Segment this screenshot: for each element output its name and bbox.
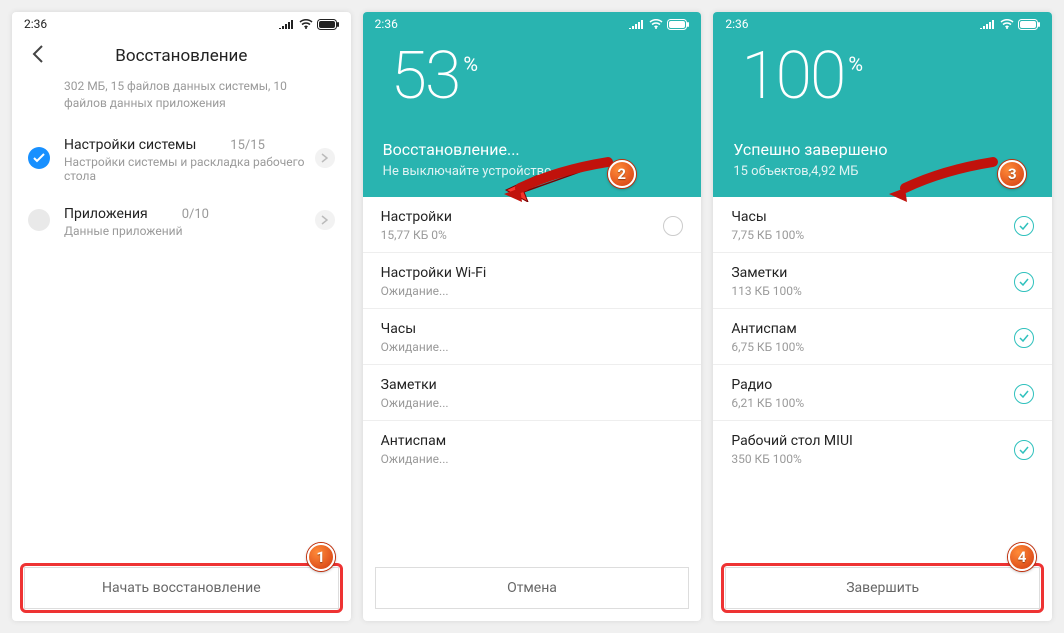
- battery-icon: [317, 19, 339, 30]
- item-sub: Ожидание...: [381, 284, 684, 298]
- start-restore-button[interactable]: Начать восстановление: [24, 567, 339, 609]
- row-count: 0/10: [182, 207, 209, 222]
- row-sub: Данные приложений: [64, 224, 315, 238]
- battery-icon: [667, 19, 689, 30]
- list-item: Часы 7,75 КБ 100%: [713, 197, 1052, 253]
- percent-display: 100 %: [713, 36, 1052, 110]
- item-title: Радио: [731, 377, 1014, 393]
- percent-number: 53: [391, 44, 460, 110]
- item-title: Заметки: [381, 377, 684, 393]
- item-sub: 7,75 КБ 100%: [731, 228, 1014, 242]
- cancel-button[interactable]: Отмена: [375, 567, 690, 609]
- item-sub: 350 КБ 100%: [731, 452, 1014, 466]
- status-time: 2:36: [24, 17, 47, 31]
- checkmark-icon: [33, 153, 45, 163]
- row-count: 15/15: [230, 138, 265, 153]
- list-item: Заметки Ожидание...: [363, 365, 702, 421]
- row-main: Настройки системы 15/15 Настройки систем…: [64, 134, 315, 183]
- restore-list: Настройки 15,77 КБ 0% Настройки Wi-Fi Ож…: [363, 197, 702, 621]
- page-title: Восстановление: [56, 46, 307, 66]
- item-title: Антиспам: [381, 433, 684, 449]
- percent-display: 53 %: [363, 36, 702, 110]
- item-title: Часы: [731, 209, 1014, 225]
- row-main: Приложения 0/10 Данные приложений: [64, 203, 315, 238]
- progress-title: Восстановление...: [383, 140, 682, 159]
- list-item: Настройки Wi-Fi Ожидание...: [363, 253, 702, 309]
- item-sub: Ожидание...: [381, 340, 684, 354]
- item-title: Настройки Wi-Fi: [381, 265, 684, 281]
- wifi-icon: [1000, 19, 1014, 29]
- item-sub: Ожидание...: [381, 452, 684, 466]
- percent-sign: %: [848, 52, 863, 76]
- item-title: Заметки: [731, 265, 1014, 281]
- category-row-system[interactable]: Настройки системы 15/15 Настройки систем…: [12, 124, 351, 193]
- signal-icon: [629, 19, 645, 29]
- summary-text: 302 МБ, 15 файлов данных системы, 10 фай…: [12, 78, 351, 124]
- item-title: Часы: [381, 321, 684, 337]
- phone-screen-3: 2:36 100 % Успешно завершено 15 объектов…: [713, 12, 1052, 621]
- status-icons: [629, 19, 689, 30]
- checkbox-off-icon[interactable]: [28, 209, 50, 231]
- list-item: Рабочий стол MIUI 350 КБ 100%: [713, 421, 1052, 476]
- category-row-apps[interactable]: Приложения 0/10 Данные приложений: [12, 193, 351, 248]
- list-item: Антиспам 6,75 КБ 100%: [713, 309, 1052, 365]
- signal-icon: [980, 19, 996, 29]
- check-circle-icon: [1014, 384, 1034, 404]
- list-item: Антиспам Ожидание...: [363, 421, 702, 476]
- item-sub: 6,21 КБ 100%: [731, 396, 1014, 410]
- list-item: Радио 6,21 КБ 100%: [713, 365, 1052, 421]
- progress-header: 2:36 100 % Успешно завершено 15 объектов…: [713, 12, 1052, 197]
- status-icons: [279, 19, 339, 30]
- checkbox-on-icon[interactable]: [28, 147, 50, 169]
- restore-list: Часы 7,75 КБ 100% Заметки 113 КБ 100% Ан…: [713, 197, 1052, 621]
- percent-number: 100: [741, 44, 844, 110]
- finish-button[interactable]: Завершить: [725, 567, 1040, 609]
- list-item: Часы Ожидание...: [363, 309, 702, 365]
- row-title: Приложения: [64, 206, 148, 222]
- check-circle-icon: [1014, 328, 1034, 348]
- item-title: Антиспам: [731, 321, 1014, 337]
- chevron-right-icon[interactable]: [315, 148, 335, 168]
- item-sub: 6,75 КБ 100%: [731, 340, 1014, 354]
- status-bar: 2:36: [713, 12, 1052, 36]
- phone-screen-1: 2:36 Восстановление 302 МБ, 15 файлов да…: [12, 12, 351, 621]
- check-circle-icon: [1014, 440, 1034, 460]
- progress-header: 2:36 53 % Восстановление... Не выключайт…: [363, 12, 702, 197]
- wifi-icon: [649, 19, 663, 29]
- signal-icon: [279, 19, 295, 29]
- item-title: Рабочий стол MIUI: [731, 433, 1014, 449]
- button-label: Отмена: [507, 580, 557, 596]
- item-sub: Ожидание...: [381, 396, 684, 410]
- button-label: Завершить: [846, 580, 919, 596]
- item-sub: 15,77 КБ 0%: [381, 228, 664, 242]
- progress-ring-icon: [663, 216, 683, 236]
- chevron-right-icon[interactable]: [315, 210, 335, 230]
- back-button[interactable]: [20, 44, 56, 68]
- complete-sub: 15 объектов,4,92 МБ: [733, 164, 1032, 179]
- header: Восстановление: [12, 36, 351, 78]
- item-title: Настройки: [381, 209, 664, 225]
- status-bar: 2:36: [12, 12, 351, 36]
- row-title: Настройки системы: [64, 137, 196, 153]
- status-time: 2:36: [375, 17, 398, 31]
- back-icon: [32, 45, 44, 63]
- progress-sub: Не выключайте устройство: [383, 164, 682, 179]
- phone-screen-2: 2:36 53 % Восстановление... Не выключайт…: [363, 12, 702, 621]
- row-sub: Настройки системы и раскладка рабочего с…: [64, 155, 315, 183]
- button-label: Начать восстановление: [102, 580, 261, 596]
- item-sub: 113 КБ 100%: [731, 284, 1014, 298]
- battery-icon: [1018, 19, 1040, 30]
- check-circle-icon: [1014, 272, 1034, 292]
- status-icons: [980, 19, 1040, 30]
- list-item: Настройки 15,77 КБ 0%: [363, 197, 702, 253]
- status-bar: 2:36: [363, 12, 702, 36]
- complete-title: Успешно завершено: [733, 140, 1032, 159]
- status-time: 2:36: [725, 17, 748, 31]
- percent-sign: %: [463, 52, 478, 76]
- check-circle-icon: [1014, 216, 1034, 236]
- wifi-icon: [299, 19, 313, 29]
- list-item: Заметки 113 КБ 100%: [713, 253, 1052, 309]
